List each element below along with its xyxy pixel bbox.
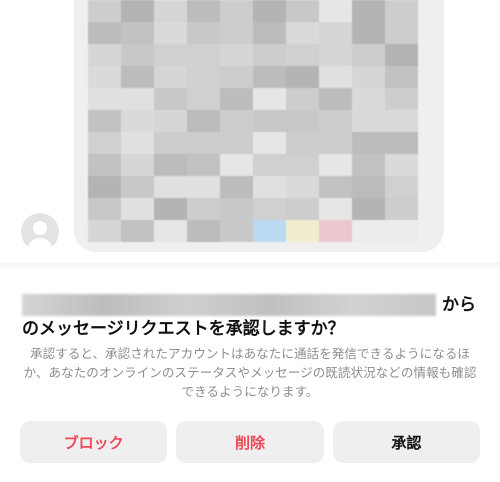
accept-button[interactable]: 承認 bbox=[332, 421, 480, 463]
message-request-screen: から のメッセージリクエストを承認しますか？ 承認すると、承認されたアカウントは… bbox=[0, 0, 500, 482]
sender-avatar bbox=[21, 213, 59, 251]
block-button[interactable]: ブロック bbox=[20, 421, 168, 463]
sheet-title-suffix: から bbox=[442, 295, 476, 315]
sheet-description: 承認すると、承認されたアカウントはあなたに通話を発信できるようになるほか、あなた… bbox=[23, 346, 477, 399]
blurred-message-bubble bbox=[74, 0, 444, 252]
sheet-title: のメッセージリクエストを承認しますか？ bbox=[22, 319, 345, 339]
default-profile-icon bbox=[33, 221, 47, 235]
message-preview-area bbox=[0, 0, 500, 262]
action-buttons: ブロック 削除 承認 bbox=[20, 421, 480, 463]
delete-button[interactable]: 削除 bbox=[176, 421, 324, 463]
redacted-sender-name bbox=[22, 294, 436, 316]
blurred-message-content bbox=[88, 0, 418, 242]
